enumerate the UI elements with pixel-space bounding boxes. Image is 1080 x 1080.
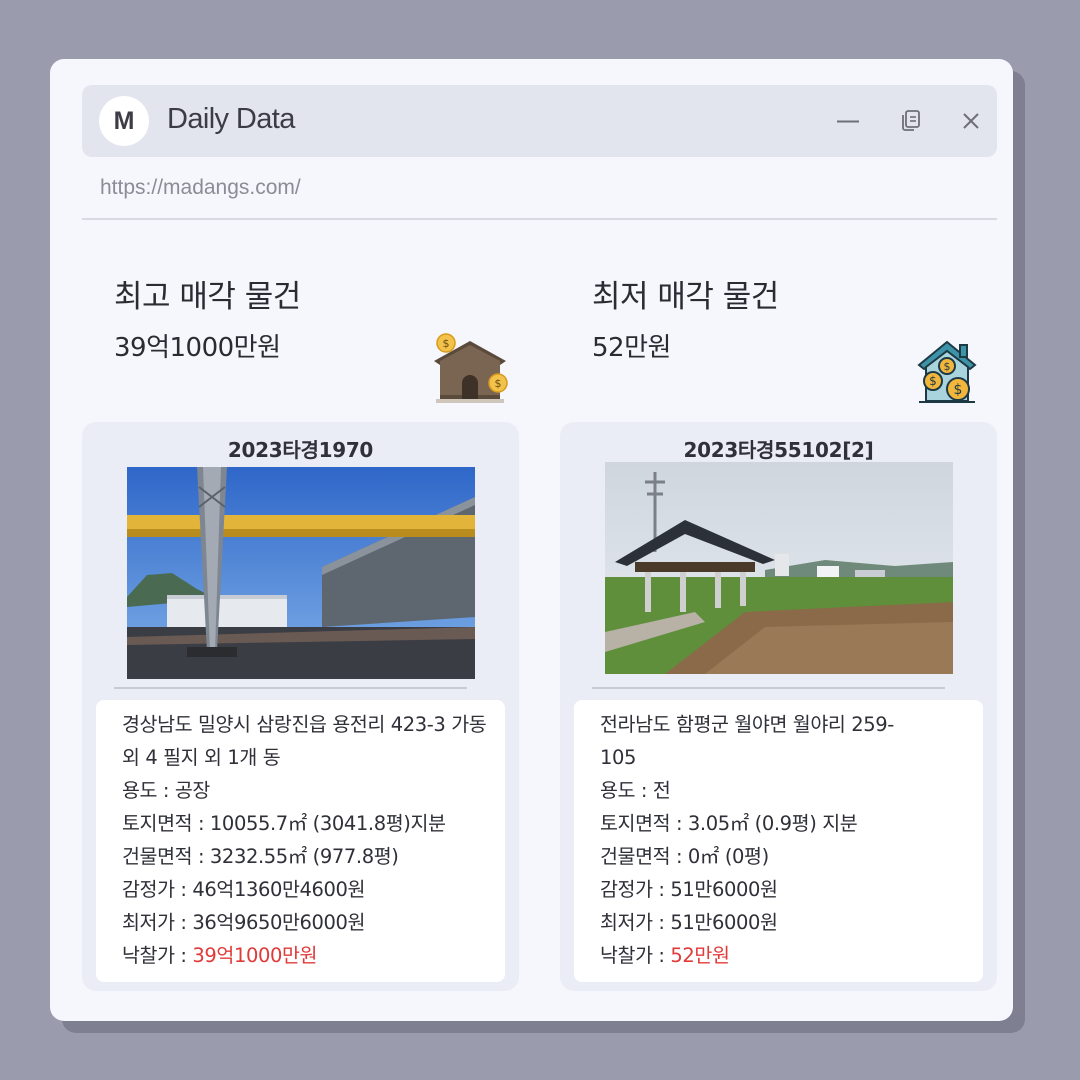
property-info: 경상남도 밀양시 삼랑진읍 용전리 423-3 가동 외 4 필지 외 1개 동… — [96, 700, 505, 982]
minimize-icon[interactable] — [834, 107, 862, 135]
land-area: 토지면적 : 3.05㎡ (0.9평) 지분 — [600, 812, 858, 835]
property-photo — [127, 467, 475, 679]
appraised-price: 감정가 : 51만6000원 — [600, 878, 778, 901]
duplicate-icon[interactable] — [897, 107, 925, 135]
card-divider — [114, 687, 467, 689]
building-area: 건물면적 : 3232.55㎡ (977.8평) — [122, 845, 399, 868]
land-area: 토지면적 : 10055.7㎡ (3041.8평)지분 — [122, 812, 446, 835]
svg-text:$: $ — [929, 374, 937, 388]
winning-bid-value: 52만원 — [670, 944, 730, 967]
minimum-price: 최저가 : 51만6000원 — [600, 911, 778, 934]
highest-card[interactable]: 2023타경1970 경상남도 밀양시 삼랑진읍 용전리 423-3 가동 외 … — [82, 422, 519, 991]
usage: 용도 : 전 — [600, 779, 671, 802]
winning-bid: 낙찰가 : 39억1000만원 — [122, 939, 491, 972]
building-area: 건물면적 : 0㎡ (0평) — [600, 845, 769, 868]
case-number: 2023타경1970 — [227, 438, 374, 462]
usage: 용도 : 공장 — [122, 779, 210, 802]
house-coins-icon: $ $ $ — [916, 339, 978, 405]
lowest-card[interactable]: 2023타경55102[2] 전라남도 함평군 월야면 월야리 259-105 … — [560, 422, 997, 991]
app-logo: M — [99, 96, 149, 146]
property-photo — [605, 462, 953, 674]
app-window: M Daily Data https://madangs.com/ 최고 매각 … — [50, 59, 1013, 1021]
winning-bid-label: 낙찰가 : — [122, 944, 193, 967]
winning-bid-label: 낙찰가 : — [600, 944, 671, 967]
winning-bid: 낙찰가 : 52만원 — [600, 939, 923, 972]
url-text[interactable]: https://madangs.com/ — [100, 176, 301, 200]
lowest-price: 52만원 — [592, 333, 671, 363]
address: 전라남도 함평군 월야면 월야리 259-105 — [600, 713, 894, 769]
header-divider — [82, 218, 997, 220]
svg-text:$: $ — [495, 377, 502, 390]
svg-text:$: $ — [944, 360, 951, 373]
appraised-price: 감정가 : 46억1360만4600원 — [122, 878, 366, 901]
highest-price: 39억1000만원 — [114, 333, 281, 363]
winning-bid-value: 39억1000만원 — [192, 944, 318, 967]
minimum-price: 최저가 : 36억9650만6000원 — [122, 911, 366, 934]
svg-text:$: $ — [443, 337, 450, 350]
lowest-heading: 최저 매각 물건 — [592, 279, 779, 315]
property-info: 전라남도 함평군 월야면 월야리 259-105 용도 : 전 토지면적 : 3… — [574, 700, 983, 982]
highest-heading: 최고 매각 물건 — [114, 279, 301, 315]
title-bar: M Daily Data — [82, 85, 997, 157]
house-money-icon: $ $ — [432, 331, 508, 405]
case-number: 2023타경55102[2] — [683, 438, 874, 462]
card-divider — [592, 687, 945, 689]
svg-text:$: $ — [954, 382, 963, 398]
close-icon[interactable] — [957, 107, 985, 135]
app-title: Daily Data — [167, 103, 295, 135]
address: 경상남도 밀양시 삼랑진읍 용전리 423-3 가동 외 4 필지 외 1개 동 — [122, 713, 487, 769]
